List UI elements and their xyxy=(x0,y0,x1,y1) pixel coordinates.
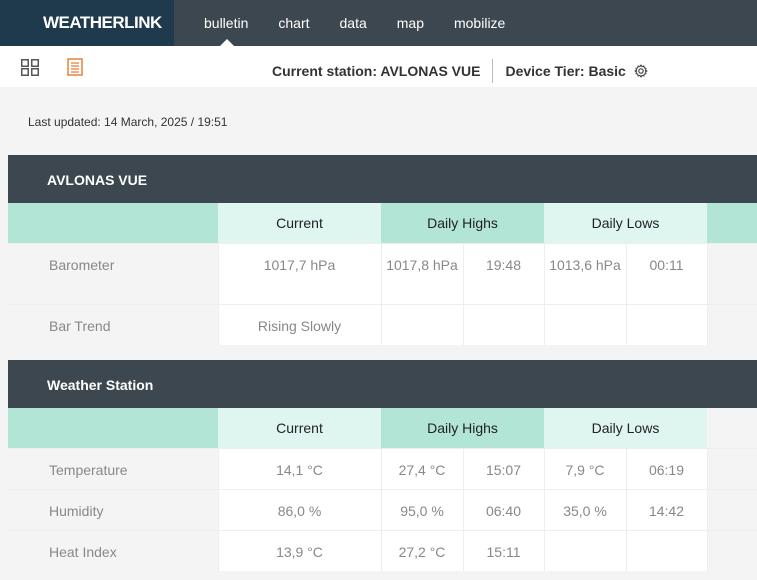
empty-cell xyxy=(707,447,757,489)
extra-column-header xyxy=(707,203,757,243)
row-label: Bar Trend xyxy=(8,303,218,345)
empty-cell xyxy=(707,529,757,571)
main-nav: bulletin chart data map mobilize xyxy=(174,0,520,46)
current-column-header: Current xyxy=(218,203,381,243)
row-label: Heat Index xyxy=(8,529,218,571)
current-value: Rising Slowly xyxy=(217,303,381,345)
low-time xyxy=(625,529,708,571)
divider xyxy=(492,59,494,83)
table-row: Heat Index 13,9 °C 27,2 °C 15:11 xyxy=(8,529,757,571)
low-time xyxy=(625,303,708,345)
empty-column-header xyxy=(707,408,757,448)
device-tier: Device Tier: Basic xyxy=(505,63,626,79)
weatherlink-logo[interactable]: WEATHERLINK xyxy=(0,0,174,46)
table-header-row: Current Daily Highs Daily Lows xyxy=(8,203,757,243)
daily-lows-column-header: Daily Lows xyxy=(544,203,707,243)
low-value xyxy=(543,529,626,571)
grid-view-icon[interactable] xyxy=(21,59,39,76)
current-value: 14,1 °C xyxy=(217,447,381,489)
low-value: 35,0 % xyxy=(543,488,626,530)
high-value: 27,4 °C xyxy=(380,447,463,489)
gear-icon[interactable] xyxy=(634,64,648,78)
label-column-header xyxy=(8,408,218,448)
label-column-header xyxy=(8,203,218,243)
nav-mobilize[interactable]: mobilize xyxy=(439,0,520,46)
empty-cell xyxy=(707,488,757,530)
table-header-row: Current Daily Highs Daily Lows xyxy=(8,408,757,448)
nav-map[interactable]: map xyxy=(382,0,439,46)
row-label: Barometer xyxy=(8,242,218,304)
low-time: 06:19 xyxy=(625,447,708,489)
daily-highs-column-header: Daily Highs xyxy=(381,408,544,448)
top-navigation-bar: WEATHERLINK bulletin chart data map mobi… xyxy=(0,0,757,46)
row-label: Humidity xyxy=(8,488,218,530)
low-time: 00:11 xyxy=(625,242,708,304)
high-value xyxy=(380,303,463,345)
high-value: 95,0 % xyxy=(380,488,463,530)
station-info: Current station: AVLONAS VUE Device Tier… xyxy=(272,59,648,83)
high-time: 15:07 xyxy=(462,447,544,489)
daily-highs-column-header: Daily Highs xyxy=(381,203,544,243)
station-toolbar: Current station: AVLONAS VUE Device Tier… xyxy=(0,46,757,87)
high-value: 1017,8 hPa xyxy=(380,242,463,304)
table-row: Barometer 1017,7 hPa 1017,8 hPa 19:48 10… xyxy=(8,242,757,304)
table-row: Temperature 14,1 °C 27,4 °C 15:07 7,9 °C… xyxy=(8,447,757,489)
empty-cell xyxy=(707,242,757,304)
nav-data[interactable]: data xyxy=(325,0,382,46)
high-time: 06:40 xyxy=(462,488,544,530)
last-updated: Last updated: 14 March, 2025 / 19:51 xyxy=(28,115,228,129)
current-value: 13,9 °C xyxy=(217,529,381,571)
empty-cell xyxy=(707,303,757,345)
row-label: Temperature xyxy=(8,447,218,489)
table-row: Humidity 86,0 % 95,0 % 06:40 35,0 % 14:4… xyxy=(8,488,757,530)
current-value: 86,0 % xyxy=(217,488,381,530)
list-view-icon[interactable] xyxy=(67,58,83,76)
low-value xyxy=(543,303,626,345)
current-value: 1017,7 hPa xyxy=(217,242,381,304)
table-row: Bar Trend Rising Slowly xyxy=(8,303,757,345)
nav-chart[interactable]: chart xyxy=(263,0,324,46)
section-header-avlonas-vue: AVLONAS VUE xyxy=(8,155,757,203)
current-column-header: Current xyxy=(218,408,381,448)
high-time xyxy=(462,303,544,345)
low-time: 14:42 xyxy=(625,488,708,530)
low-value: 1013,6 hPa xyxy=(543,242,626,304)
low-value: 7,9 °C xyxy=(543,447,626,489)
daily-lows-column-header: Daily Lows xyxy=(544,408,707,448)
nav-bulletin[interactable]: bulletin xyxy=(174,0,263,46)
current-station: Current station: AVLONAS VUE xyxy=(272,63,481,79)
high-value: 27,2 °C xyxy=(380,529,463,571)
weather-station-table: Current Daily Highs Daily Lows Temperatu… xyxy=(8,408,757,571)
section-header-weather-station: Weather Station xyxy=(8,360,757,408)
barometer-table: Current Daily Highs Daily Lows Barometer… xyxy=(8,203,757,345)
high-time: 19:48 xyxy=(462,242,544,304)
high-time: 15:11 xyxy=(462,529,544,571)
